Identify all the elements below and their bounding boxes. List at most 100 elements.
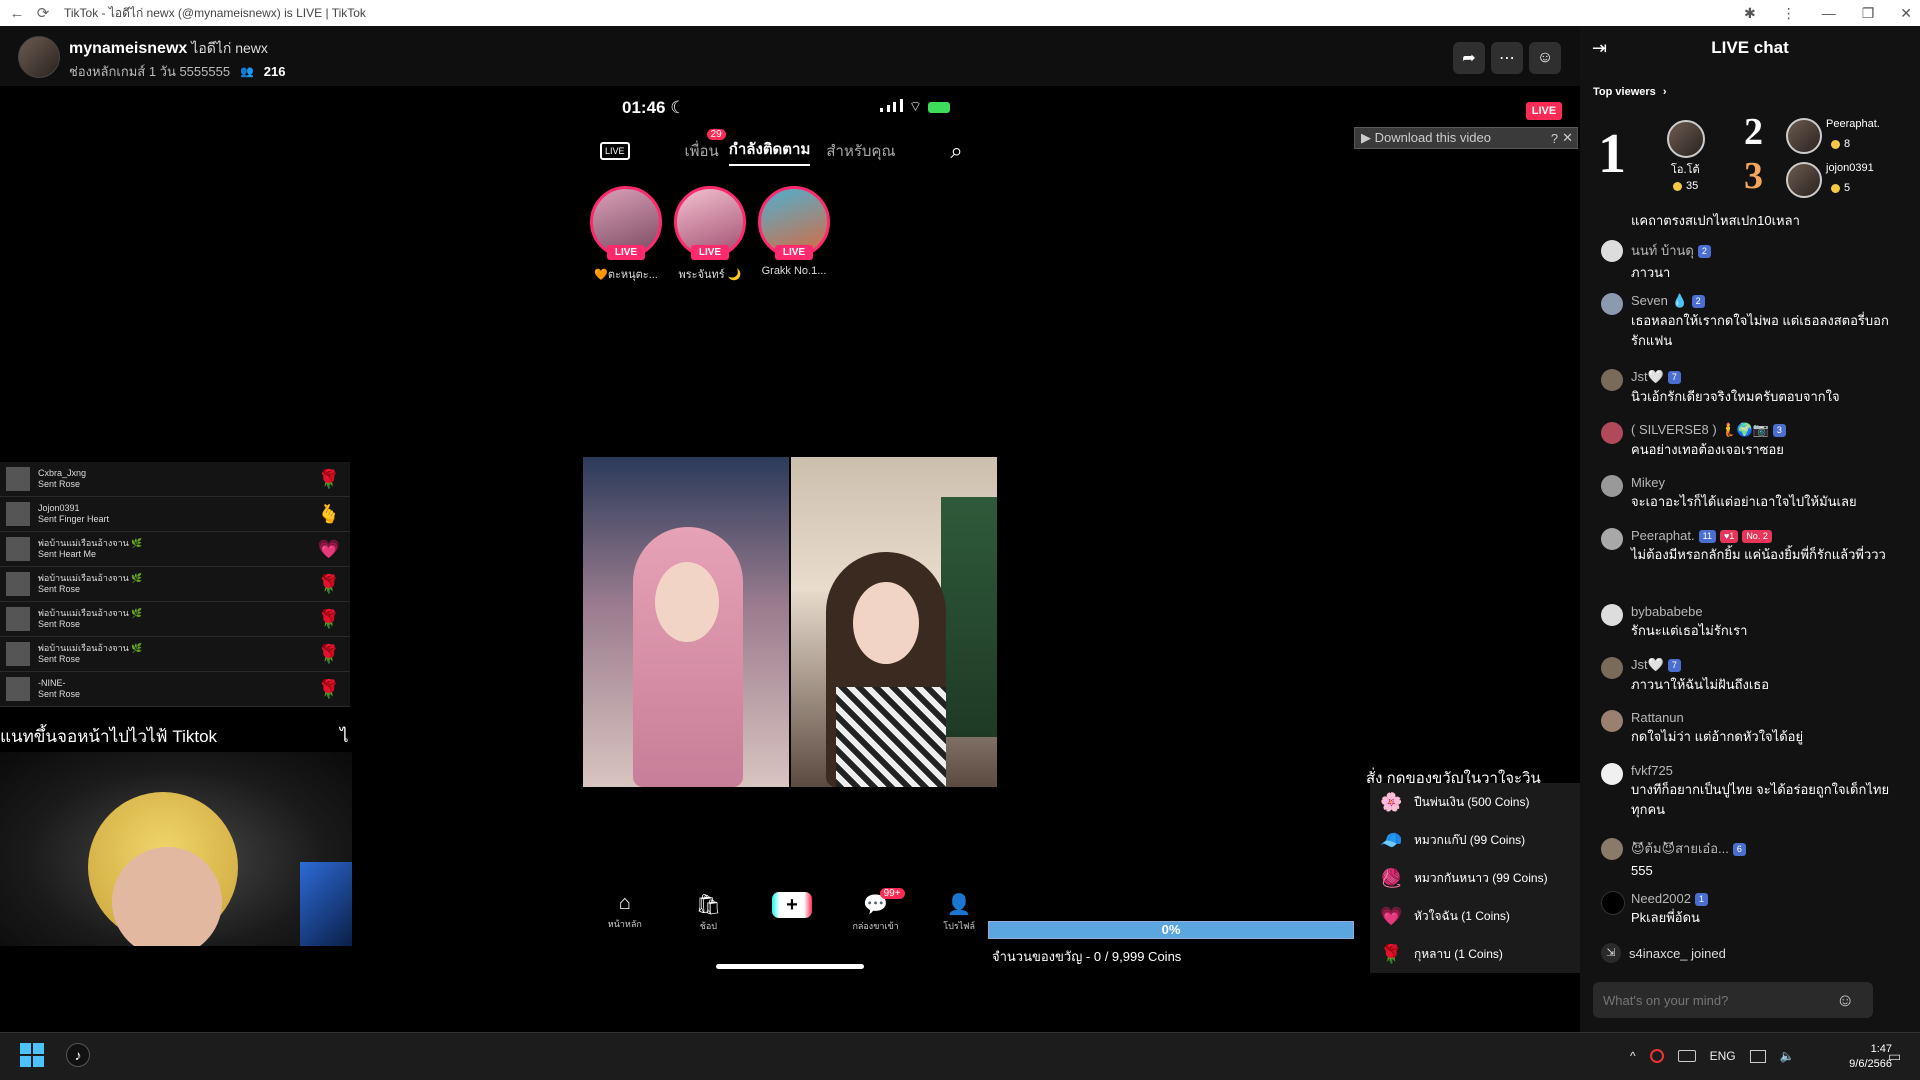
video-tile-left[interactable] [583, 457, 789, 787]
antivirus-icon[interactable] [1649, 1049, 1664, 1063]
list-item: -NINE- Sent Rose 🌹 [0, 672, 350, 707]
avatar [1601, 838, 1623, 860]
chat-message[interactable]: ( SILVERSE8 ) 🧜🌍📷 3 คนอย่างเทอต้องเจอเราซอ… [1601, 422, 1901, 468]
chat-username: 😈ต้ม😈สายเอ๋อ... [1631, 841, 1729, 856]
more-button[interactable]: ⋯ [1491, 42, 1523, 74]
nav-inbox[interactable]: 💬 99+ กล่องขาเข้า [846, 888, 906, 933]
level-badge: 1 [1695, 893, 1709, 907]
avatar [1601, 293, 1623, 315]
avatar [1601, 710, 1623, 732]
taskbar-clock[interactable]: 1:47 9/6/2566 [1826, 1042, 1892, 1072]
tab-for-you[interactable]: สำหรับคุณ [826, 139, 895, 163]
chat-title: LIVE chat [1711, 38, 1789, 57]
network-icon[interactable] [1749, 1049, 1766, 1063]
viewer-count: 216 [263, 64, 286, 79]
notification-icon[interactable]: ▭ [1888, 1048, 1901, 1065]
extensions-icon[interactable]: ✱ [1744, 5, 1756, 22]
rose-icon: 🌹 [317, 468, 340, 489]
ticker-left-text: แนทขึ้นจอหน้าไปไวไฟ้ Tiktok [0, 727, 218, 746]
chat-message[interactable]: Need2002 1 Pkเลยพี่อ้ดน [1601, 891, 1901, 937]
avatar[interactable] [1786, 162, 1822, 198]
avatar [1601, 369, 1623, 391]
money-gun-icon: 🌸 [1380, 791, 1403, 812]
chat-message[interactable]: fvkf725 บางทีก็อยากเป็นปูไทย จะได้อร่อยถู… [1601, 763, 1901, 829]
chat-input[interactable] [1593, 982, 1873, 1018]
list-item: 💗 หัวใจฉัน (1 Coins) [1370, 897, 1580, 935]
gift-user: พ่อบ้านแม่เรือนอ้างจาน 🌿 [38, 643, 143, 653]
chat-text: ไม่ต้องมีหรอกลักยิ้ม แค่น้องยิ้มพี่ก็รัก… [1631, 547, 1886, 563]
chat-message[interactable]: นนท์ บ้านดุ 2 ภาวนา [1601, 240, 1901, 286]
chat-username: Mikey [1631, 475, 1665, 490]
host-avatar[interactable] [18, 36, 60, 78]
nav-create[interactable]: + [762, 892, 822, 918]
volume-icon[interactable]: 🔈 [1780, 1049, 1795, 1063]
share-icon: ➦ [1462, 50, 1476, 67]
share-button[interactable]: ➦ [1453, 42, 1485, 74]
nav-profile[interactable]: 👤 โปรไฟล์ [929, 892, 989, 933]
ticker-left-end: ไ [340, 727, 349, 746]
chat-message[interactable]: Seven 💧 2 เธอหลอกให้เรากดใจไม่พอ แต่เธอลงส… [1601, 293, 1901, 359]
keyboard-icon[interactable] [1677, 1050, 1696, 1062]
list-item: 🧶 หมวกกันหนาว (99 Coins) [1370, 859, 1580, 897]
live-tab-icon[interactable]: LIVE [600, 142, 630, 160]
nav-home[interactable]: ⌂ หน้าหลัก [595, 892, 655, 931]
chat-message[interactable]: Mikey จะเอาอะไรก็ได้แต่อย่าเอาใจไปให้มันเ… [1601, 475, 1901, 521]
phone-search-icon[interactable]: ⌕ [950, 138, 962, 164]
beanie-icon: 🧶 [1380, 867, 1403, 888]
profile-icon: ☺ [1536, 49, 1554, 66]
chat-text: เธอหลอกให้เรากดใจไม่พอ แต่เธอลงสตอรี่บอก… [1631, 313, 1889, 348]
close-download-icon[interactable]: ✕ [1562, 130, 1573, 146]
tab-friends[interactable]: เพื่อน 29 [685, 129, 726, 163]
top-viewer-name: Peeraphat. [1826, 118, 1880, 130]
list-item: Jojon0391 Sent Finger Heart 🫰 [0, 497, 350, 532]
chat-message[interactable]: bybababebe รักนะแต่เธอไม่รักเรา [1601, 604, 1901, 650]
avatar[interactable] [1786, 118, 1822, 154]
list-item: พ่อบ้านแม่เรือนอ้างจาน 🌿 Sent Rose 🌹 [0, 602, 350, 637]
gift-user: -NINE- [38, 678, 66, 688]
phone-time: 01:46 ☾ [622, 98, 685, 118]
chat-message[interactable]: Jst🤍 7 ภาวนาให้ฉันไม่ฝันถึงเธอ [1601, 657, 1901, 703]
tab-following[interactable]: กำลังติดตาม [728, 137, 811, 166]
chat-text: 555 [1631, 863, 1653, 878]
plus-icon: + [771, 892, 812, 918]
gift-user: พ่อบ้านแม่เรือนอ้างจาน 🌿 [38, 608, 143, 618]
chair-edge [300, 862, 352, 946]
windows-start-icon[interactable] [20, 1043, 44, 1067]
host-name[interactable]: mynameisnewx ไอดีไก่ newx [69, 38, 268, 60]
streamer-webcam [0, 752, 352, 946]
tray-chevron-icon[interactable]: ^ [1630, 1049, 1636, 1063]
profile-button[interactable]: ☺ [1529, 42, 1561, 74]
gift-menu-label: กุหลาบ (1 Coins) [1414, 946, 1503, 961]
avatar [1601, 475, 1623, 497]
help-icon[interactable]: ? [1551, 131, 1558, 146]
back-icon[interactable]: ← [8, 4, 26, 22]
video-tile-right[interactable] [791, 457, 997, 787]
top-viewers-link[interactable]: Top viewers › [1593, 86, 1667, 98]
avatar[interactable] [1667, 120, 1705, 158]
chat-message[interactable]: Rattanun กดใจไม่ว่า แต่อ้ากดหัวใจได้อยู่ [1601, 710, 1901, 756]
reload-icon[interactable]: ⟳ [34, 4, 52, 22]
maximize-icon[interactable]: ❐ [1862, 5, 1875, 22]
chat-message[interactable]: Peeraphat. 11 ♥1 No. 2 ไม่ต้องมีหรอกลักยิ้ม … [1601, 528, 1901, 594]
language-indicator[interactable]: ENG [1710, 1049, 1736, 1063]
streamer-face [112, 847, 222, 946]
nav-shop[interactable]: 🛍 ช้อป [678, 892, 738, 933]
minimize-icon[interactable]: — [1822, 5, 1836, 21]
fan-badge: ♥1 [1719, 530, 1739, 544]
chat-message[interactable]: 😈ต้ม😈สายเอ๋อ... 6 555 [1601, 838, 1901, 884]
emoji-icon[interactable]: ☺ [1836, 990, 1854, 1011]
friends-badge: 29 [706, 129, 726, 140]
close-icon[interactable]: ✕ [1900, 5, 1912, 22]
coin-icon [1831, 183, 1840, 193]
tiktok-taskbar-icon[interactable]: ♪ [66, 1043, 90, 1067]
chat-message[interactable]: Jst🤍 7 นิวเอ้กรักเดียวจริงใหมครับตอบจากใจ [1601, 369, 1901, 415]
download-video-button[interactable]: ▶ Download this video ? ✕ [1354, 127, 1578, 149]
list-item: พ่อบ้านแม่เรือนอ้างจาน 🌿 Sent Rose 🌹 [0, 567, 350, 602]
chat-text: บางทีก็อยากเป็นปูไทย จะได้อร่อยถูกใจเด็ก… [1631, 782, 1890, 817]
browser-menu-icon[interactable]: ⋮ [1782, 5, 1796, 22]
rank-number: 1 [1598, 123, 1626, 185]
nav-profile-label: โปรไฟล์ [943, 921, 976, 931]
chat-username: Jst🤍 [1631, 657, 1664, 672]
avatar [1601, 528, 1623, 550]
person-face [655, 562, 719, 642]
